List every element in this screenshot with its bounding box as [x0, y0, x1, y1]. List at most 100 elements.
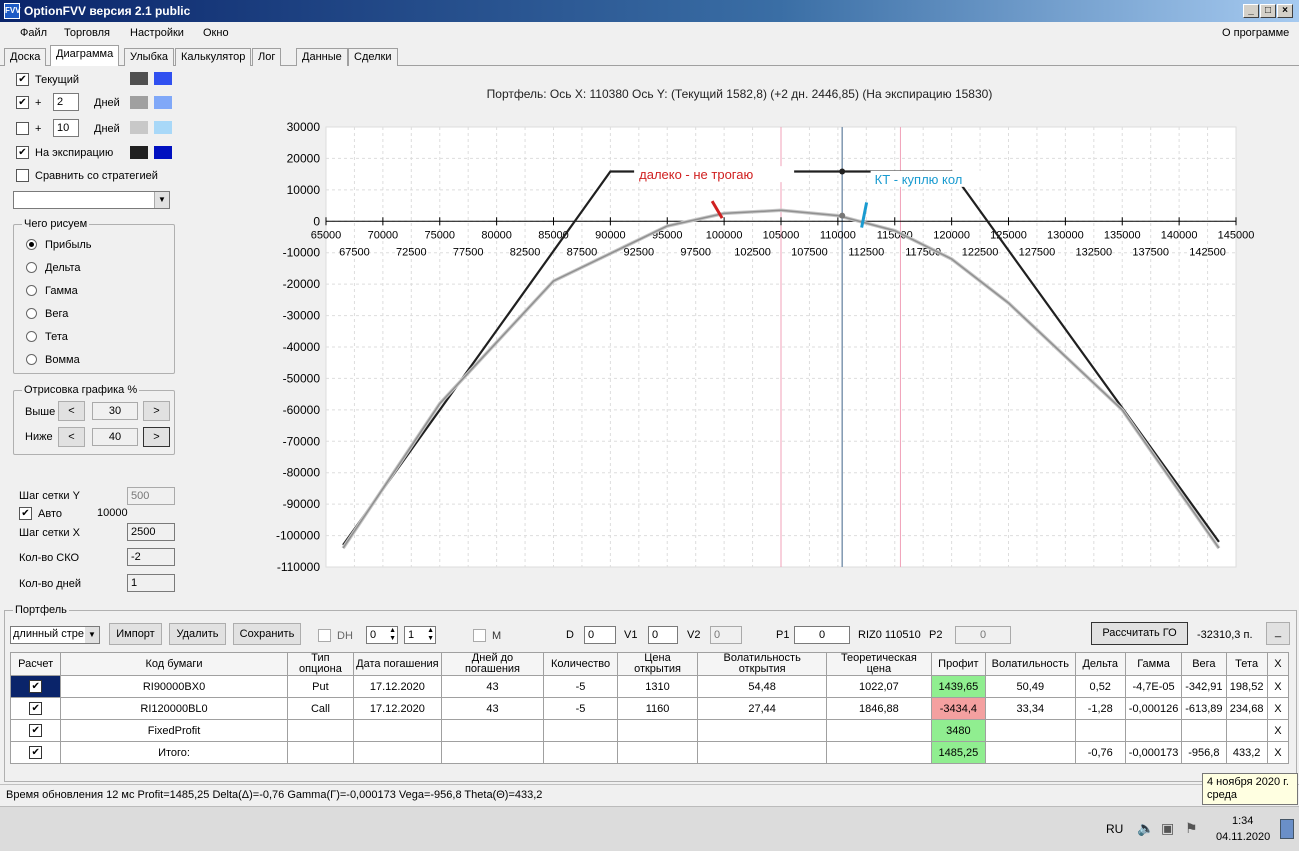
menu-settings[interactable]: Настройки	[130, 27, 184, 39]
menu-file[interactable]: Файл	[20, 27, 47, 39]
below-increase-button[interactable]: >	[143, 427, 170, 447]
tab-deals[interactable]: Сделки	[348, 48, 398, 66]
days-count-input[interactable]: 1	[127, 574, 175, 592]
strategy-select[interactable]: ▼	[13, 191, 170, 209]
plus-days-2-checkbox[interactable]	[16, 122, 29, 135]
network-icon[interactable]: ▣	[1161, 820, 1174, 837]
compare-checkbox[interactable]	[16, 169, 29, 182]
row-calc-cell[interactable]: ✔	[9, 675, 62, 698]
v2-input[interactable]: 0	[710, 626, 742, 644]
expiry-color-1[interactable]	[130, 146, 148, 159]
plus-days-1-checkbox[interactable]: ✔	[16, 96, 29, 109]
table-row[interactable]: ✔ Итого: 1485,25 -0,76 -0,000173 -956,8 433,2 X	[9, 741, 1290, 764]
plus1-color-2[interactable]	[154, 96, 172, 109]
current-color-2[interactable]	[154, 72, 172, 85]
flag-icon[interactable]: ⚑	[1185, 820, 1198, 837]
col-delta[interactable]: Дельта	[1074, 652, 1126, 676]
menu-window[interactable]: Окно	[203, 27, 229, 39]
plus2-color-1[interactable]	[130, 121, 148, 134]
dh-stepper-1[interactable]: 0 ▲ ▼	[366, 626, 398, 644]
show-desktop-button[interactable]	[1280, 819, 1294, 839]
col-open-price[interactable]: Цена открытия	[616, 652, 699, 676]
p2-input[interactable]: 0	[955, 626, 1011, 644]
calc-go-button[interactable]: Рассчитать ГО	[1091, 622, 1188, 645]
row-calc-cell[interactable]: ✔	[9, 719, 62, 742]
radio-theta[interactable]	[26, 331, 37, 342]
chevron-down-icon[interactable]: ▼	[85, 627, 99, 643]
current-color-1[interactable]	[130, 72, 148, 85]
col-days-left[interactable]: Дней до погашения	[440, 652, 545, 676]
tab-diagram[interactable]: Диаграмма	[50, 45, 120, 66]
above-decrease-button[interactable]: <	[58, 401, 85, 421]
expiry-checkbox[interactable]: ✔	[16, 146, 29, 159]
row-calc-checkbox[interactable]: ✔	[29, 746, 43, 759]
row-calc-checkbox[interactable]: ✔	[29, 680, 43, 693]
chevron-down-icon[interactable]: ▼	[154, 192, 169, 208]
col-expiry-date[interactable]: Дата погашения	[353, 652, 442, 676]
close-button[interactable]: ×	[1277, 4, 1293, 18]
col-type[interactable]: Тип опциона	[286, 652, 355, 676]
chart-area[interactable]: Портфель: Ось X: 110380 Ось Y: (Текущий …	[180, 72, 1299, 602]
radio-vomma[interactable]	[26, 354, 37, 365]
clock-date[interactable]: 04.11.2020	[1216, 831, 1270, 843]
tab-log[interactable]: Лог	[252, 48, 282, 66]
table-row[interactable]: ✔ RI90000BX0 Put 17.12.2020 43 -5 1310 54,48 102…	[9, 675, 1290, 698]
col-code[interactable]: Код бумаги	[60, 652, 288, 676]
above-increase-button[interactable]: >	[143, 401, 170, 421]
col-profit[interactable]: Профит	[930, 652, 987, 676]
grid-x-input[interactable]: 2500	[127, 523, 175, 541]
grid-y-input[interactable]: 500	[127, 487, 175, 505]
language-indicator[interactable]: RU	[1106, 822, 1123, 836]
collapse-button[interactable]: _	[1266, 622, 1290, 645]
col-calc[interactable]: Расчет	[9, 652, 62, 676]
tab-smile[interactable]: Улыбка	[124, 48, 175, 66]
cell-remove[interactable]: X	[1266, 741, 1290, 764]
below-decrease-button[interactable]: <	[58, 427, 85, 447]
row-calc-cell[interactable]: ✔	[9, 697, 62, 720]
col-theta[interactable]: Тета	[1225, 652, 1268, 676]
plus-days-1-input[interactable]: 2	[53, 93, 79, 111]
plus-days-2-input[interactable]: 10	[53, 119, 79, 137]
radio-vega[interactable]	[26, 308, 37, 319]
clock-time[interactable]: 1:34	[1232, 815, 1253, 827]
import-button[interactable]: Импорт	[109, 623, 162, 645]
maximize-button[interactable]: □	[1260, 4, 1276, 18]
expiry-color-2[interactable]	[154, 146, 172, 159]
col-remove[interactable]: X	[1266, 652, 1290, 676]
cell-remove[interactable]: X	[1266, 675, 1290, 698]
plus1-color-1[interactable]	[130, 96, 148, 109]
sko-input[interactable]: -2	[127, 548, 175, 566]
col-vega[interactable]: Вега	[1181, 652, 1227, 676]
tab-calculator[interactable]: Калькулятор	[175, 48, 252, 66]
col-theor-price[interactable]: Теоретическая цена	[826, 652, 932, 676]
row-calc-cell[interactable]: ✔	[9, 741, 62, 764]
p1-input[interactable]: 0	[794, 626, 850, 644]
dh-checkbox[interactable]	[318, 629, 331, 642]
save-button[interactable]: Сохранить	[233, 623, 301, 645]
dh-stepper-2[interactable]: 1 ▲ ▼	[404, 626, 436, 644]
d-input[interactable]: 0	[584, 626, 616, 644]
radio-profit[interactable]	[26, 239, 37, 250]
v1-input[interactable]: 0	[648, 626, 678, 644]
speaker-icon[interactable]: 🔈	[1137, 820, 1154, 837]
minimize-button[interactable]: _	[1243, 4, 1259, 18]
radio-gamma[interactable]	[26, 285, 37, 296]
radio-delta[interactable]	[26, 262, 37, 273]
m-checkbox[interactable]	[473, 629, 486, 642]
col-vol[interactable]: Волатильность	[985, 652, 1076, 676]
plus2-color-2[interactable]	[154, 121, 172, 134]
cell-remove[interactable]: X	[1266, 697, 1290, 720]
row-calc-checkbox[interactable]: ✔	[29, 724, 43, 737]
table-row[interactable]: ✔ FixedProfit 3480 X	[9, 719, 1290, 742]
menu-about[interactable]: О программе	[1222, 27, 1289, 39]
portfolio-select[interactable]: длинный стре ▼	[10, 626, 100, 644]
auto-checkbox[interactable]: ✔	[19, 507, 32, 520]
profit-chart[interactable]: 3000020000100000-10000-20000-30000-40000…	[180, 72, 1299, 602]
cell-remove[interactable]: X	[1266, 719, 1290, 742]
spin-icon[interactable]: ▲ ▼	[427, 627, 434, 643]
menu-trading[interactable]: Торговля	[64, 27, 110, 39]
table-row[interactable]: ✔ RI120000BL0 Call 17.12.2020 43 -5 1160 27,44 1…	[9, 697, 1290, 720]
col-open-vol[interactable]: Волатильность открытия	[697, 652, 828, 676]
tab-board[interactable]: Доска	[4, 48, 47, 66]
tab-data[interactable]: Данные	[296, 48, 348, 66]
